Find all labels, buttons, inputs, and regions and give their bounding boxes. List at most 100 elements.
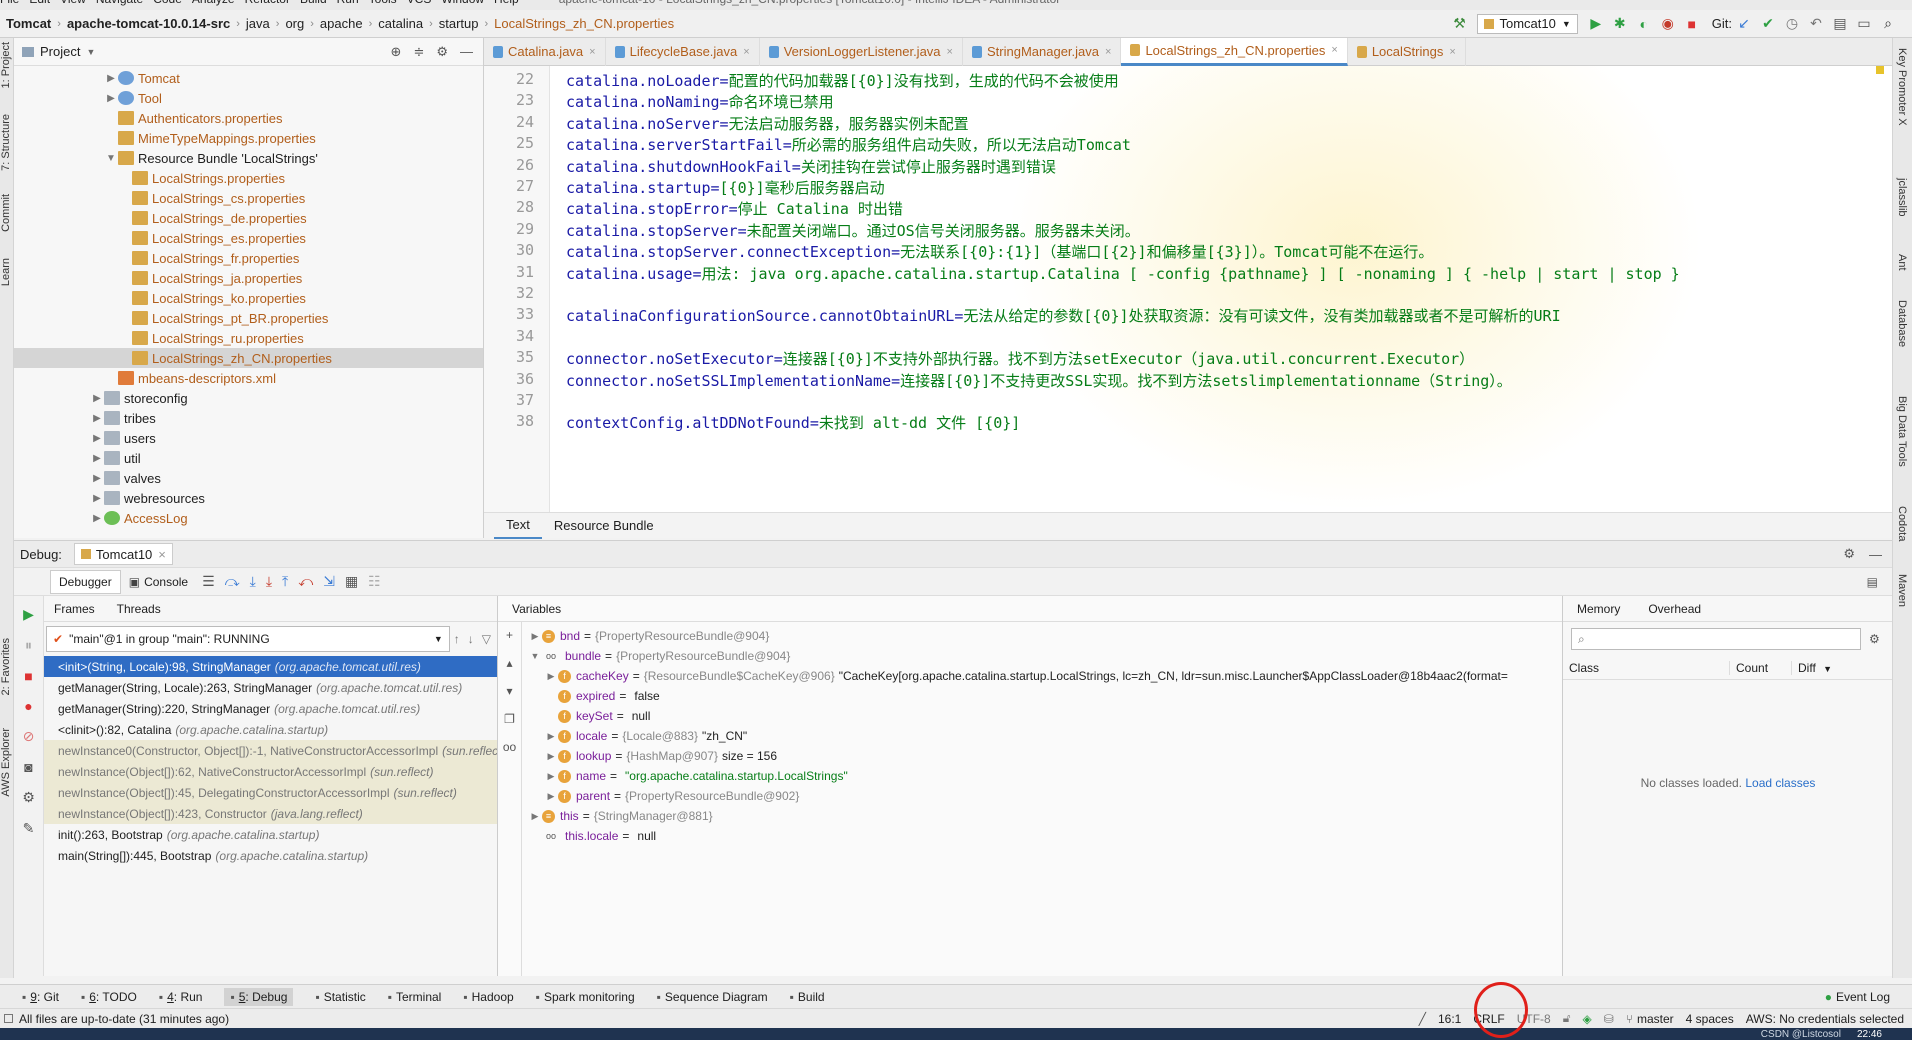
- tool-window-button[interactable]: ▪ Hadoop: [463, 990, 513, 1004]
- chevron-right-icon[interactable]: ▶: [90, 453, 104, 464]
- chevron-right-icon[interactable]: ▶: [104, 93, 118, 104]
- stack-frame[interactable]: newInstance0(Constructor, Object[]):-1, …: [44, 740, 497, 761]
- view-breakpoints-icon[interactable]: ●: [24, 698, 32, 714]
- close-icon[interactable]: ×: [158, 547, 166, 562]
- pin-icon[interactable]: ✎: [23, 820, 35, 837]
- breadcrumb-item[interactable]: Tomcat: [6, 16, 51, 31]
- editor-tab[interactable]: LocalStrings ×: [1348, 37, 1466, 66]
- breadcrumb-item[interactable]: org: [285, 16, 304, 31]
- minimize-icon[interactable]: —: [1869, 547, 1882, 562]
- hammer-icon[interactable]: ⚒: [1450, 15, 1468, 33]
- breadcrumb-item[interactable]: java: [246, 16, 270, 31]
- stack-frame[interactable]: main(String[]):445, Bootstrap (org.apache…: [44, 845, 497, 866]
- close-icon[interactable]: ×: [1331, 44, 1337, 56]
- stack-frame[interactable]: init():263, Bootstrap (org.apache.catalin…: [44, 824, 497, 845]
- mute-breakpoints-icon[interactable]: ⊘: [23, 728, 35, 745]
- diff-column[interactable]: Diff ▼: [1791, 660, 1832, 675]
- search-everywhere-icon[interactable]: ⌕: [1879, 15, 1897, 33]
- editor-tab[interactable]: Catalina.java ×: [484, 37, 606, 66]
- tool-window-button[interactable]: ▪ Build: [790, 990, 825, 1004]
- aws-connection[interactable]: AWS: No credentials selected: [1746, 1012, 1904, 1026]
- variable-row[interactable]: f keySet = null: [522, 706, 1508, 726]
- step-into-icon[interactable]: ⤓: [250, 573, 256, 590]
- close-icon[interactable]: ×: [947, 46, 953, 58]
- code-line[interactable]: catalina.stopServer.connectException=无法联…: [566, 241, 1433, 262]
- step-out-icon[interactable]: ⤒: [282, 573, 288, 590]
- tool-tab-left[interactable]: Learn: [0, 258, 12, 286]
- tool-tab-left[interactable]: 2: Favorites: [0, 638, 12, 695]
- menu-item-run[interactable]: Run: [337, 0, 359, 6]
- code-line[interactable]: catalina.stopError=停止 Catalina 时出错: [566, 198, 903, 219]
- tool-tab-right[interactable]: Key Promoter X: [1896, 48, 1908, 126]
- tree-item[interactable]: LocalStrings_pt_BR.properties: [14, 308, 483, 328]
- tree-item[interactable]: LocalStrings.properties: [14, 168, 483, 188]
- tree-item[interactable]: ▶ Tomcat: [14, 68, 483, 88]
- breadcrumb-item[interactable]: catalina: [378, 16, 423, 31]
- gear-icon[interactable]: ⚙: [1869, 632, 1880, 646]
- variable-row[interactable]: ▶ f cacheKey = {ResourceBundle$CacheKey@906}…: [522, 666, 1508, 686]
- line-separator[interactable]: CRLF: [1473, 1012, 1504, 1026]
- code-line[interactable]: catalina.noNaming=命名环境已禁用: [566, 91, 834, 112]
- code-line[interactable]: catalina.noLoader=配置的代码加载器[{0}]没有找到，生成的代…: [566, 70, 1119, 91]
- chevron-right-icon[interactable]: ▶: [90, 473, 104, 484]
- locate-icon[interactable]: ⊕: [391, 44, 402, 60]
- tree-item[interactable]: ▶ AccessLog: [14, 508, 483, 528]
- run-config-select[interactable]: Tomcat10 ▼: [1477, 13, 1578, 34]
- chevron-right-icon[interactable]: ▶: [528, 631, 542, 642]
- layout-icon[interactable]: ▤: [1867, 575, 1878, 589]
- code-line[interactable]: contextConfig.altDDNotFound=未找到 alt-dd 文…: [566, 412, 1020, 433]
- code-line[interactable]: catalinaConfigurationSource.cannotObtain…: [566, 305, 1561, 326]
- variable-row[interactable]: ▶ ≡ this = {StringManager@881}: [522, 806, 1508, 826]
- menu-item-window[interactable]: Window: [441, 0, 484, 6]
- run-to-cursor-icon[interactable]: ⇲: [323, 573, 335, 590]
- variable-row[interactable]: ▶ f locale = {Locale@883} "zh_CN": [522, 726, 1508, 746]
- stack-frame[interactable]: getManager(String):220, StringManager (or…: [44, 698, 497, 719]
- evaluate-icon[interactable]: ▦: [345, 573, 358, 590]
- rollback-icon[interactable]: ↶: [1807, 15, 1825, 33]
- file-encoding[interactable]: UTF-8: [1517, 1012, 1551, 1026]
- close-icon[interactable]: ×: [1105, 46, 1111, 58]
- variable-row[interactable]: f expired = false: [522, 686, 1508, 706]
- tool-tab-right[interactable]: Big Data Tools: [1896, 396, 1908, 467]
- arrow-down-icon[interactable]: ▾: [506, 684, 512, 698]
- menu-item-help[interactable]: Help: [494, 0, 519, 6]
- tool-tab-right[interactable]: Database: [1896, 300, 1908, 347]
- git-commit-icon[interactable]: ✔: [1759, 15, 1777, 33]
- memory-tab[interactable]: Memory: [1577, 602, 1620, 616]
- tree-item[interactable]: ▶ users: [14, 428, 483, 448]
- caret-position[interactable]: 16:1: [1438, 1012, 1461, 1026]
- close-icon[interactable]: ×: [589, 46, 595, 58]
- tree-item[interactable]: LocalStrings_fr.properties: [14, 248, 483, 268]
- menu-item-analyze[interactable]: Analyze: [192, 0, 235, 6]
- editor-tab[interactable]: StringManager.java ×: [963, 37, 1122, 66]
- tool-tab-right[interactable]: Ant: [1896, 254, 1908, 271]
- load-classes-link[interactable]: Load classes: [1745, 776, 1815, 790]
- breadcrumb-item[interactable]: LocalStrings_zh_CN.properties: [494, 16, 674, 31]
- breadcrumb-item[interactable]: startup: [439, 16, 479, 31]
- tree-item[interactable]: LocalStrings_zh_CN.properties: [14, 348, 483, 368]
- indent-setting[interactable]: 4 spaces: [1686, 1012, 1734, 1026]
- menu-item-file[interactable]: File: [0, 0, 19, 6]
- tree-item[interactable]: LocalStrings_ko.properties: [14, 288, 483, 308]
- menu-item-code[interactable]: Code: [153, 0, 182, 6]
- variable-row[interactable]: ▼ oo bundle = {PropertyResourceBundle@904}: [522, 646, 1508, 666]
- tree-item[interactable]: mbeans-descriptors.xml: [14, 368, 483, 388]
- copy-icon[interactable]: ❐: [504, 712, 515, 726]
- editor-tab[interactable]: LocalStrings_zh_CN.properties ×: [1121, 37, 1348, 66]
- menu-item-navigate[interactable]: Navigate: [96, 0, 143, 6]
- tree-item[interactable]: LocalStrings_es.properties: [14, 228, 483, 248]
- event-log-button[interactable]: ● Event Log: [1825, 990, 1890, 1004]
- stack-frame[interactable]: newInstance(Object[]):45, DelegatingCons…: [44, 782, 497, 803]
- tree-item[interactable]: LocalStrings_ja.properties: [14, 268, 483, 288]
- breadcrumb-item[interactable]: apache-tomcat-10.0.14-src: [67, 16, 230, 31]
- chevron-right-icon[interactable]: ▶: [90, 513, 104, 524]
- gear-icon[interactable]: ⚙: [436, 44, 448, 60]
- coverage-icon[interactable]: ◐: [1635, 15, 1653, 33]
- menu-item-edit[interactable]: Edit: [29, 0, 50, 6]
- chevron-right-icon[interactable]: ▶: [544, 751, 558, 762]
- chevron-right-icon[interactable]: ▶: [90, 413, 104, 424]
- debug-session-tab[interactable]: Tomcat10 ×: [73, 543, 173, 565]
- editor-tab[interactable]: VersionLoggerListener.java ×: [760, 37, 963, 66]
- menu-item-vcs[interactable]: VCS: [407, 0, 432, 6]
- arrow-up-icon[interactable]: ▴: [506, 656, 512, 670]
